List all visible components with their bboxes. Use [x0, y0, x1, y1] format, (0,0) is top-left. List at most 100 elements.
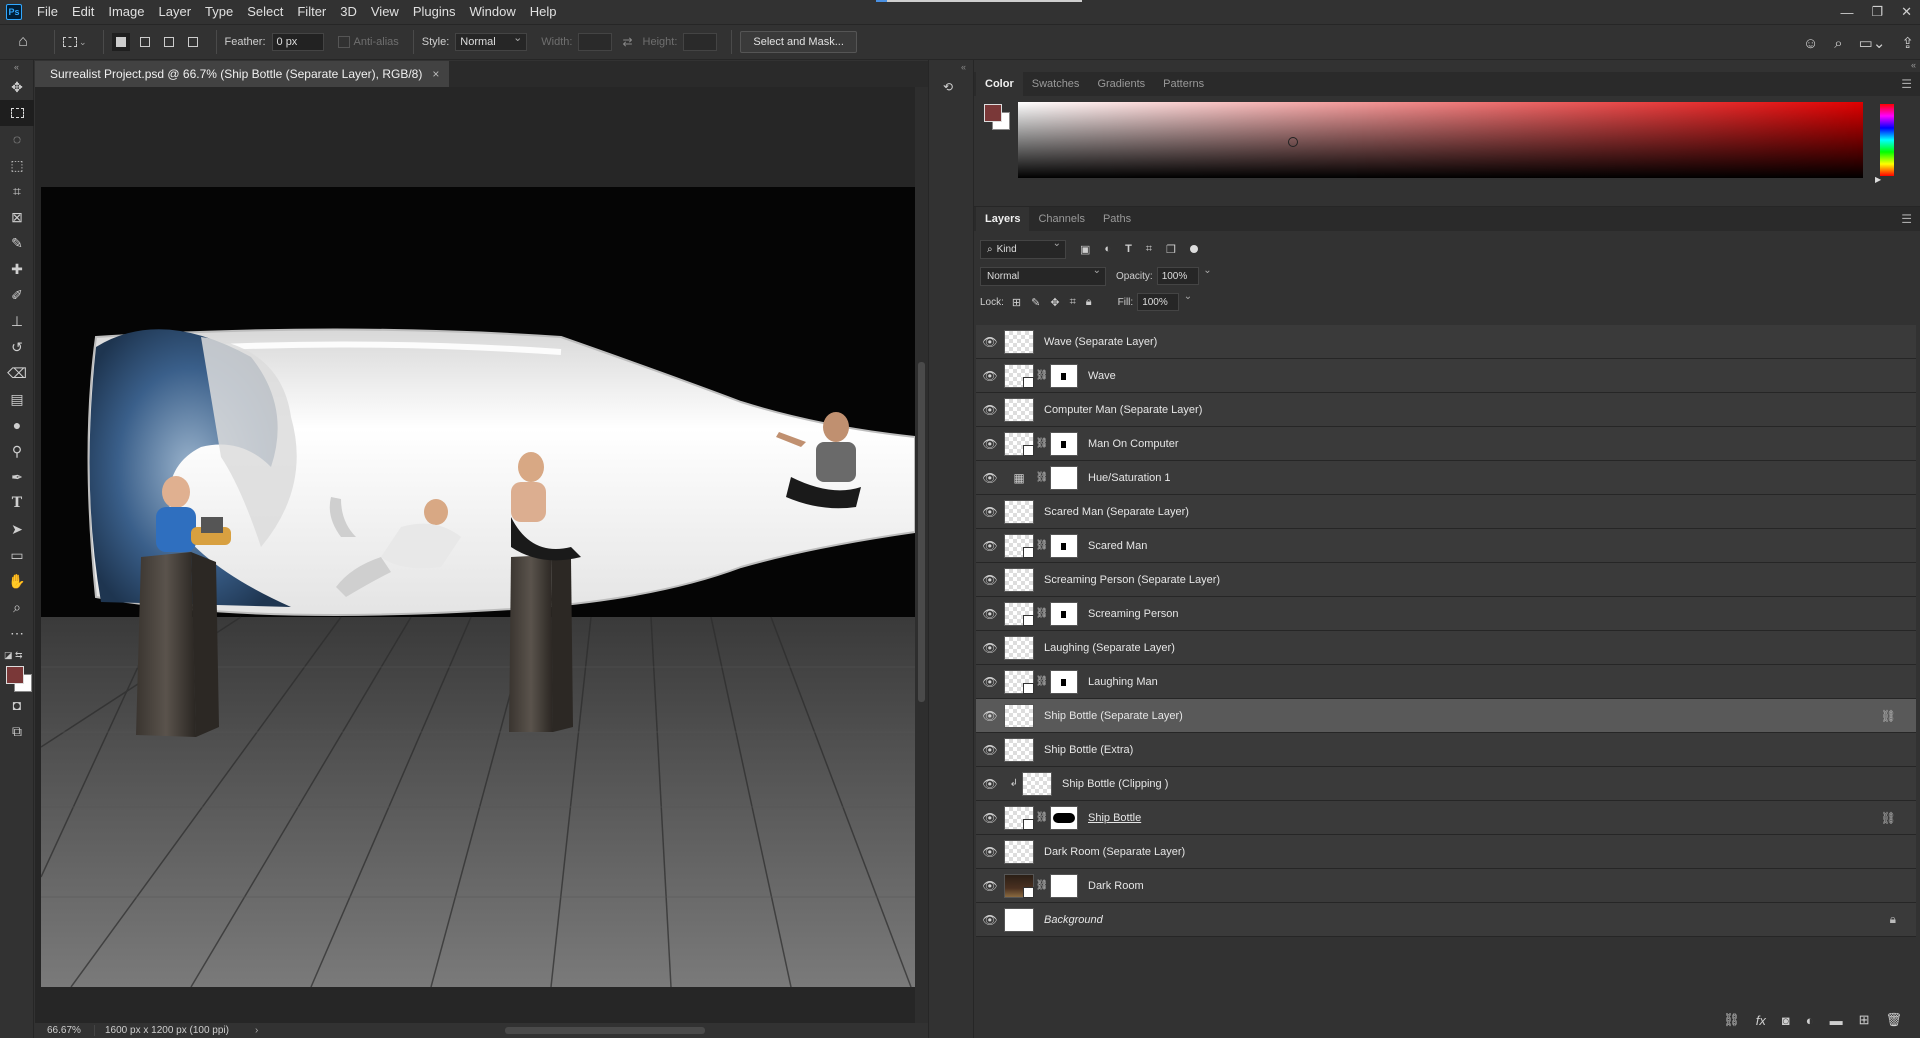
layer-thumbnail[interactable]: [1004, 533, 1034, 558]
share-icon[interactable]: ⇪: [1901, 34, 1914, 52]
layer-thumbnail[interactable]: [1004, 839, 1034, 864]
rectangular-marquee-tool-icon[interactable]: [0, 100, 34, 126]
panel-menu-icon[interactable]: ☰: [1901, 212, 1912, 226]
minimize-icon[interactable]: —: [1840, 5, 1853, 20]
tab-color[interactable]: Color: [976, 72, 1023, 96]
type-filter-icon[interactable]: T: [1125, 243, 1132, 255]
layer-row[interactable]: 👁︎ Background 🔒︎: [976, 903, 1916, 937]
layer-mask-thumbnail[interactable]: [1050, 533, 1078, 558]
scroll-thumb[interactable]: [918, 362, 925, 702]
scroll-thumb[interactable]: [505, 1027, 705, 1034]
layer-row[interactable]: 👁︎ Ship Bottle (Separate Layer) ⛓: [976, 699, 1916, 733]
history-panel-icon[interactable]: ⟲: [943, 80, 961, 98]
layer-thumbnail[interactable]: [1004, 567, 1034, 592]
more-tools-icon[interactable]: ⋯: [0, 620, 34, 646]
fill-input[interactable]: 100%: [1137, 291, 1192, 311]
screen-mode-icon[interactable]: ⧉: [0, 718, 34, 744]
layer-name[interactable]: Ship Bottle: [1088, 812, 1141, 824]
layer-thumbnail[interactable]: [1022, 771, 1052, 796]
blur-tool-icon[interactable]: ●: [0, 412, 34, 438]
visibility-eye-icon[interactable]: 👁︎: [976, 471, 1004, 485]
width-input[interactable]: [578, 33, 613, 51]
layer-name[interactable]: Scared Man: [1088, 540, 1147, 552]
smart-object-filter-icon[interactable]: ❐: [1166, 243, 1176, 256]
layer-row[interactable]: 👁︎ Computer Man (Separate Layer): [976, 393, 1916, 427]
document-canvas[interactable]: [41, 187, 915, 987]
layer-row[interactable]: 👁︎ ▦ ⛓ Hue/Saturation 1: [976, 461, 1916, 495]
layer-name[interactable]: Dark Room: [1088, 880, 1144, 892]
layer-name[interactable]: Wave: [1088, 370, 1116, 382]
tab-paths[interactable]: Paths: [1094, 207, 1140, 231]
select-and-mask-button[interactable]: Select and Mask...: [740, 31, 857, 53]
layer-thumbnail[interactable]: [1004, 907, 1034, 932]
layer-mask-thumbnail[interactable]: [1050, 363, 1078, 388]
lasso-tool-icon[interactable]: ◌: [0, 126, 34, 152]
layer-thumbnail[interactable]: [1004, 397, 1034, 422]
visibility-eye-icon[interactable]: 👁︎: [976, 641, 1004, 655]
menu-select[interactable]: Select: [240, 0, 290, 24]
gradient-tool-icon[interactable]: ▤: [0, 386, 34, 412]
style-select[interactable]: Normal: [455, 31, 528, 51]
workspace-icon[interactable]: ▭⌄: [1859, 34, 1886, 52]
tab-swatches[interactable]: Swatches: [1023, 72, 1089, 96]
layer-thumbnail[interactable]: [1004, 703, 1034, 728]
saturation-brightness-field[interactable]: [1018, 102, 1863, 178]
layer-thumbnail[interactable]: [1004, 431, 1034, 456]
layer-name[interactable]: Wave (Separate Layer): [1044, 336, 1157, 348]
mask-link-icon[interactable]: ⛓: [1034, 540, 1050, 551]
layer-mask-thumbnail[interactable]: [1050, 431, 1078, 456]
share-user-icon[interactable]: ☺: [1803, 35, 1818, 52]
pen-tool-icon[interactable]: ✒: [0, 464, 34, 490]
home-icon[interactable]: ⌂: [0, 33, 46, 51]
tool-preset-picker[interactable]: ⌄: [63, 37, 87, 48]
visibility-eye-icon[interactable]: 👁︎: [976, 777, 1004, 791]
layer-row[interactable]: 👁︎ ⛓ Man On Computer: [976, 427, 1916, 461]
menu-3d[interactable]: 3D: [333, 0, 364, 24]
hue-slider-handle-icon[interactable]: ▶: [1875, 175, 1881, 184]
lock-image-icon[interactable]: ✎: [1031, 296, 1040, 309]
layer-row[interactable]: 👁︎ ↲ Ship Bottle (Clipping ): [976, 767, 1916, 801]
layer-mask-thumbnail[interactable]: [1050, 465, 1078, 490]
visibility-eye-icon[interactable]: 👁︎: [976, 539, 1004, 553]
color-picker-cursor[interactable]: [1288, 137, 1298, 147]
menu-plugins[interactable]: Plugins: [406, 0, 463, 24]
layer-row[interactable]: 👁︎ ⛓ Scared Man: [976, 529, 1916, 563]
menu-layer[interactable]: Layer: [152, 0, 199, 24]
default-colors-icon[interactable]: ◪ ⇆: [4, 650, 23, 661]
canvas-area[interactable]: [35, 87, 915, 1023]
lock-position-icon[interactable]: ✥: [1050, 296, 1059, 309]
mask-link-icon[interactable]: ⛓: [1034, 370, 1050, 381]
tab-channels[interactable]: Channels: [1029, 207, 1093, 231]
move-tool-icon[interactable]: ✥: [0, 74, 34, 100]
layer-row[interactable]: 👁︎ Wave (Separate Layer): [976, 325, 1916, 359]
layer-row[interactable]: 👁︎ ⛓ Ship Bottle ⛓: [976, 801, 1916, 835]
zoom-level[interactable]: 66.67%: [35, 1025, 95, 1036]
quick-mask-icon[interactable]: ◘: [0, 692, 34, 718]
layer-thumbnail[interactable]: [1004, 737, 1034, 762]
visibility-eye-icon[interactable]: 👁︎: [976, 573, 1004, 587]
hue-slider[interactable]: [1880, 104, 1894, 176]
tab-layers[interactable]: Layers: [976, 207, 1030, 231]
new-adjustment-icon[interactable]: ◐: [1806, 1013, 1814, 1028]
layer-row[interactable]: 👁︎ Ship Bottle (Extra): [976, 733, 1916, 767]
restore-icon[interactable]: ❐: [1871, 4, 1883, 20]
layer-mask-thumbnail[interactable]: [1050, 805, 1078, 830]
adjustment-filter-icon[interactable]: ◐: [1104, 243, 1111, 255]
feather-input[interactable]: 0 px: [271, 33, 324, 51]
layer-name[interactable]: Computer Man (Separate Layer): [1044, 404, 1202, 416]
layer-row[interactable]: 👁︎ ⛓ Laughing Man: [976, 665, 1916, 699]
type-tool-icon[interactable]: T: [0, 490, 34, 516]
search-icon[interactable]: ⌕: [1834, 35, 1842, 52]
brush-tool-icon[interactable]: ✐: [0, 282, 34, 308]
mask-link-icon[interactable]: ⛓: [1034, 438, 1050, 449]
lock-artboard-icon[interactable]: ⌗: [1070, 296, 1076, 309]
layer-mask-thumbnail[interactable]: [1050, 669, 1078, 694]
visibility-eye-icon[interactable]: 👁︎: [976, 879, 1004, 893]
healing-brush-tool-icon[interactable]: ✚: [0, 256, 34, 282]
vertical-scrollbar[interactable]: [915, 87, 928, 1023]
layer-name[interactable]: Background: [1044, 914, 1103, 926]
layer-mask-thumbnail[interactable]: [1050, 873, 1078, 898]
adjustment-layer-icon[interactable]: ▦: [1004, 465, 1034, 490]
tab-gradients[interactable]: Gradients: [1088, 72, 1154, 96]
visibility-eye-icon[interactable]: 👁︎: [976, 607, 1004, 621]
